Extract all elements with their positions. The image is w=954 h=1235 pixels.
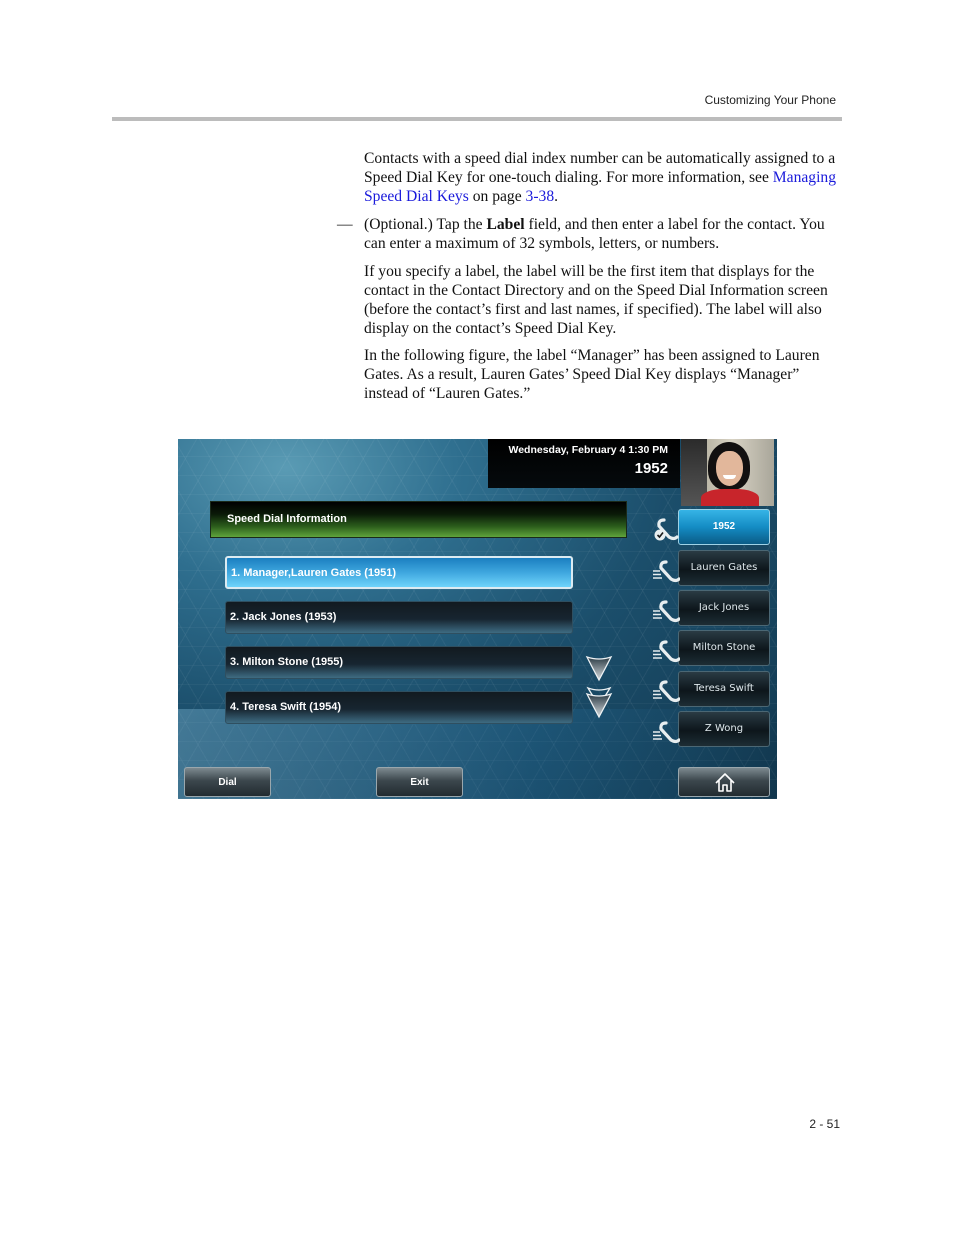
text: If you specify a label, the label will b…	[364, 263, 828, 337]
paragraph-figure-intro: In the following figure, the label “Mana…	[364, 346, 846, 403]
step-optional-label: — (Optional.) Tap the Label field, and t…	[337, 215, 846, 253]
speed-dial-handset-icon	[653, 600, 680, 623]
speed-dial-key-teresa-swift[interactable]: Teresa Swift	[678, 671, 770, 707]
status-bar: Wednesday, February 4 1:30 PM 1952	[488, 439, 680, 488]
paragraph-label-display: If you specify a label, the label will b…	[364, 262, 846, 338]
line-key-label: Teresa Swift	[694, 683, 754, 694]
home-icon	[715, 773, 735, 792]
line-key-label: Milton Stone	[692, 642, 756, 653]
step-bullet: —	[337, 216, 353, 233]
speed-dial-list-item[interactable]: 4. Teresa Swift (1954)	[225, 691, 573, 724]
phone-screen-figure: Wednesday, February 4 1:30 PM 1952 Speed…	[178, 439, 777, 799]
speed-dial-key-jack-jones[interactable]: Jack Jones	[678, 590, 770, 626]
date-time: Wednesday, February 4 1:30 PM	[508, 444, 668, 456]
link-page-3-38[interactable]: 3-38	[526, 188, 555, 205]
line-key-label: Lauren Gates	[690, 562, 758, 573]
header-rule	[112, 117, 842, 121]
running-head: Customizing Your Phone	[704, 93, 836, 107]
paragraph-speed-dial-index: Contacts with a speed dial index number …	[364, 149, 846, 206]
text: (Optional.) Tap the	[364, 216, 487, 233]
speed-dial-list-item[interactable]: 3. Milton Stone (1955)	[225, 646, 573, 679]
line-key-1952[interactable]: 1952	[678, 509, 770, 545]
list-item-label: 3. Milton Stone (1955)	[230, 656, 344, 668]
contact-photo	[681, 439, 774, 506]
line-number: 1952	[634, 460, 668, 477]
speed-dial-handset-icon	[653, 721, 680, 744]
dial-button-label: Dial	[218, 777, 237, 788]
exit-button-label: Exit	[410, 777, 429, 788]
speed-dial-key-milton-stone[interactable]: Milton Stone	[678, 630, 770, 666]
speed-dial-key-lauren-gates[interactable]: Lauren Gates	[678, 550, 770, 586]
text: .	[554, 188, 559, 205]
screen-header: Speed Dial Information	[210, 501, 627, 538]
scroll-down-icon[interactable]	[584, 653, 614, 683]
page-down-icon[interactable]	[584, 685, 614, 719]
list-item-label: 1. Manager,Lauren Gates (1951)	[231, 567, 397, 579]
line-key-label: 1952	[712, 521, 736, 532]
dial-button[interactable]: Dial	[184, 767, 271, 797]
speed-dial-handset-icon	[653, 640, 680, 663]
line-key-label: Jack Jones	[698, 602, 750, 613]
home-button[interactable]	[678, 767, 770, 797]
speed-dial-list-item[interactable]: 2. Jack Jones (1953)	[225, 601, 573, 634]
text: In the following figure, the label “Mana…	[364, 347, 820, 402]
exit-button[interactable]: Exit	[376, 767, 463, 797]
bold-label-term: Label	[486, 216, 525, 233]
speed-dial-key-z-wong[interactable]: Z Wong	[678, 711, 770, 747]
list-item-label: 4. Teresa Swift (1954)	[230, 701, 342, 713]
speed-dial-handset-icon	[653, 560, 680, 583]
text: Contacts with a speed dial index number …	[364, 150, 836, 186]
list-item-label: 2. Jack Jones (1953)	[230, 611, 337, 623]
handset-registered-icon	[654, 518, 679, 541]
speed-dial-list-item[interactable]: 1. Manager,Lauren Gates (1951)	[225, 556, 573, 589]
speed-dial-handset-icon	[653, 680, 680, 703]
line-key-label: Z Wong	[704, 723, 744, 734]
page-number: 2 - 51	[809, 1117, 840, 1131]
text: on page	[468, 188, 526, 205]
screen-title: Speed Dial Information	[227, 513, 347, 525]
